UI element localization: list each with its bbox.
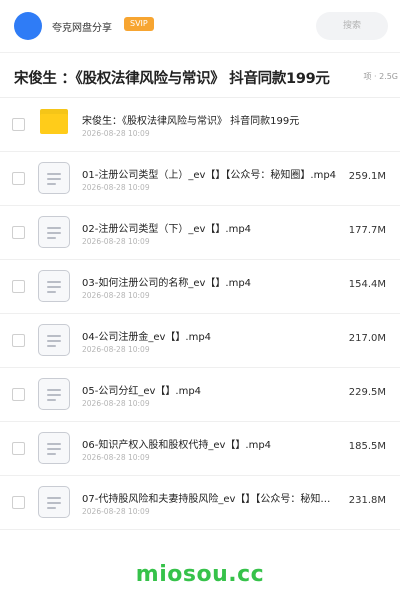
row-checkbox[interactable]: [12, 226, 25, 239]
list-item[interactable]: 宋俊生：《股权法律风险与常识》 抖音同款199元 2026-08-28 10:0…: [0, 98, 400, 152]
file-name: 06-知识产权入股和股权代持_ev【】.mp4: [82, 440, 272, 451]
document-icon: [38, 486, 70, 518]
row-checkbox[interactable]: [12, 496, 25, 509]
file-date: 2026-08-28 10:09: [82, 237, 150, 246]
file-size: 185.5M: [348, 441, 386, 452]
file-size: 229.5M: [348, 387, 386, 398]
page-title: 宋俊生 ：《股权法律风险与常识》 抖音同款199元: [14, 71, 330, 87]
file-size: 259.1M: [348, 171, 386, 182]
file-date: 2026-08-28 10:09: [82, 507, 150, 516]
file-name: 04-公司注册金_ev【】.mp4: [82, 332, 212, 343]
document-icon: [38, 432, 70, 464]
file-date: 2026-08-28 10:09: [82, 129, 150, 138]
svip-badge: SVIP: [124, 17, 154, 31]
row-checkbox[interactable]: [12, 118, 25, 131]
file-name: 07-代持股风险和夫妻持股风险_ev【】【公众号：秘知圈】.mp4: [82, 494, 340, 505]
file-size: 217.0M: [348, 333, 386, 344]
document-icon: [38, 270, 70, 302]
file-size: 177.7M: [348, 225, 386, 236]
list-item[interactable]: 03-如何注册公司的名称_ev【】.mp4 2026-08-28 10:09 1…: [0, 260, 400, 314]
item-meta: 项 · 2.5G: [360, 71, 398, 82]
file-name: 03-如何注册公司的名称_ev【】.mp4: [82, 278, 252, 289]
document-icon: [38, 216, 70, 248]
document-icon: [38, 162, 70, 194]
list-item[interactable]: 06-知识产权入股和股权代持_ev【】.mp4 2026-08-28 10:09…: [0, 422, 400, 476]
file-date: 2026-08-28 10:09: [82, 183, 150, 192]
file-name: 02-注册公司类型（下）_ev【】.mp4: [82, 224, 252, 235]
file-date: 2026-08-28 10:09: [82, 399, 150, 408]
header: 夸克网盘分享 SVIP: [0, 0, 400, 52]
row-checkbox[interactable]: [12, 388, 25, 401]
file-name: 宋俊生：《股权法律风险与常识》 抖音同款199元: [82, 116, 300, 127]
file-date: 2026-08-28 10:09: [82, 291, 150, 300]
share-name: 夸克网盘分享: [52, 23, 112, 34]
file-name: 01-注册公司类型（上）_ev【】【公众号：秘知圈】.mp4: [82, 170, 337, 181]
list-item[interactable]: 04-公司注册金_ev【】.mp4 2026-08-28 10:09 217.0…: [0, 314, 400, 368]
list-item[interactable]: 02-注册公司类型（下）_ev【】.mp4 2026-08-28 10:09 1…: [0, 206, 400, 260]
file-date: 2026-08-28 10:09: [82, 345, 150, 354]
list-item[interactable]: 01-注册公司类型（上）_ev【】【公众号：秘知圈】.mp4 2026-08-2…: [0, 152, 400, 206]
document-icon: [38, 378, 70, 410]
row-checkbox[interactable]: [12, 442, 25, 455]
file-name: 05-公司分红_ev【】.mp4: [82, 386, 202, 397]
folder-icon: [38, 108, 70, 140]
file-date: 2026-08-28 10:09: [82, 453, 150, 462]
list-item[interactable]: 05-公司分红_ev【】.mp4 2026-08-28 10:09 229.5M: [0, 368, 400, 422]
watermark: miosou.cc: [135, 562, 265, 587]
row-checkbox[interactable]: [12, 334, 25, 347]
title-bar: 宋俊生 ：《股权法律风险与常识》 抖音同款199元 项 · 2.5G: [0, 52, 400, 98]
row-checkbox[interactable]: [12, 280, 25, 293]
file-size: 154.4M: [348, 279, 386, 290]
document-icon: [38, 324, 70, 356]
avatar[interactable]: [14, 12, 42, 40]
file-size: 231.8M: [348, 495, 386, 506]
file-list: 宋俊生：《股权法律风险与常识》 抖音同款199元 2026-08-28 10:0…: [0, 98, 400, 530]
search-input[interactable]: [316, 12, 388, 40]
list-item[interactable]: 07-代持股风险和夫妻持股风险_ev【】【公众号：秘知圈】.mp4 2026-0…: [0, 476, 400, 530]
row-checkbox[interactable]: [12, 172, 25, 185]
